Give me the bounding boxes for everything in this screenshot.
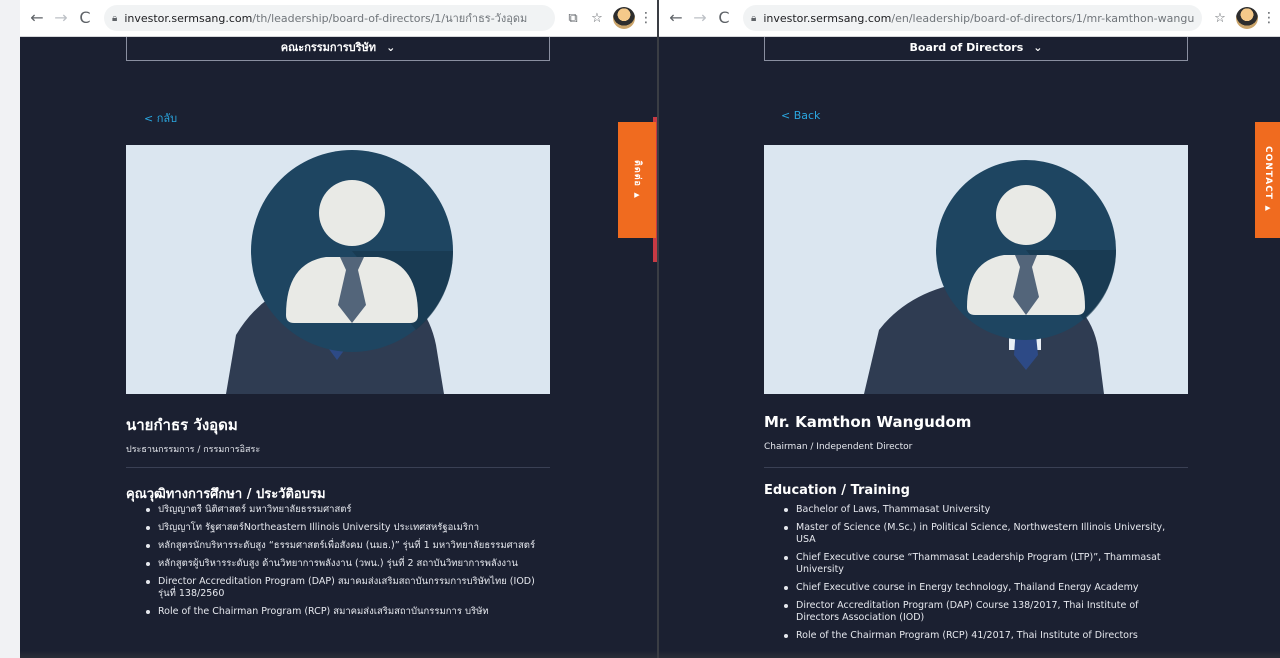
back-nav-icon[interactable]: ← xyxy=(26,7,48,29)
education-title: คุณวุฒิทางการศึกษา / ประวัติอบรม xyxy=(126,487,326,502)
contact-tab-label: CONTACT xyxy=(1263,146,1273,201)
list-item: Director Accreditation Program (DAP) สมา… xyxy=(126,576,546,600)
list-item: Director Accreditation Program (DAP) Cou… xyxy=(764,600,1184,624)
reload-icon[interactable]: C xyxy=(713,7,735,29)
section-dropdown[interactable]: คณะกรรมการบริษัท ⌄ xyxy=(126,37,550,61)
more-vert-icon[interactable]: ⋮ xyxy=(639,10,653,26)
education-title: Education / Training xyxy=(764,483,910,498)
list-item: Role of the Chairman Program (RCP) 41/20… xyxy=(764,630,1184,642)
profile-avatar[interactable] xyxy=(1236,7,1258,29)
chevron-down-icon: ⌄ xyxy=(1033,41,1043,54)
back-link[interactable]: < Back xyxy=(781,109,820,122)
person-role: Chairman / Independent Director xyxy=(764,442,913,452)
list-item: หลักสูตรนักบริหารระดับสูง “ธรรมศาสตร์เพื… xyxy=(126,540,546,552)
more-vert-icon[interactable]: ⋮ xyxy=(1262,10,1276,26)
triangle-right-icon: ▶ xyxy=(633,191,641,201)
triangle-right-icon: ▶ xyxy=(1264,204,1272,214)
list-item: Bachelor of Laws, Thammasat University xyxy=(764,504,1184,516)
list-item: ปริญญาตรี นิติศาสตร์ มหาวิทยาลัยธรรมศาสต… xyxy=(126,504,546,516)
education-list: Bachelor of Laws, Thammasat University M… xyxy=(764,504,1184,648)
address-bar[interactable]: 🔒︎ investor.sermsang.com /th/leadership/… xyxy=(104,5,555,31)
list-item: ปริญญาโท รัฐศาสตร์Northeastern Illinois … xyxy=(126,522,546,534)
url-host: investor.sermsang.com xyxy=(124,11,253,25)
section-dropdown-label: คณะกรรมการบริษัท xyxy=(280,41,377,54)
scroll-fade xyxy=(20,650,657,658)
list-item: หลักสูตรผู้บริหารระดับสูง ด้านวิทยาการพล… xyxy=(126,558,546,570)
browser-window-thai: ← → C 🔒︎ investor.sermsang.com /th/leade… xyxy=(20,0,657,658)
scroll-fade xyxy=(659,650,1280,658)
chevron-down-icon: ⌄ xyxy=(386,41,396,54)
site-content: Board of Directors ⌄ < Back Mr. Kamthon W… xyxy=(659,37,1280,658)
education-list: ปริญญาตรี นิติศาสตร์ มหาวิทยาลัยธรรมศาสต… xyxy=(126,504,546,624)
profile-photo xyxy=(764,145,1188,394)
back-nav-icon[interactable]: ← xyxy=(665,7,687,29)
browser-toolbar: ← → C 🔒︎ investor.sermsang.com /th/leade… xyxy=(20,0,657,37)
browser-window-english: ← → C 🔒︎ investor.sermsang.com /en/leade… xyxy=(659,0,1280,658)
placeholder-user-icon xyxy=(226,150,454,394)
person-name: นายกำธร วังอุดม xyxy=(126,416,238,434)
profile-photo xyxy=(126,145,550,394)
person-name: Mr. Kamthon Wangudom xyxy=(764,413,972,431)
forward-nav-icon[interactable]: → xyxy=(689,7,711,29)
divider xyxy=(764,467,1188,468)
section-dropdown-label: Board of Directors xyxy=(909,41,1024,54)
forward-nav-icon[interactable]: → xyxy=(50,7,72,29)
placeholder-user-icon xyxy=(864,160,1117,394)
list-item: Chief Executive course “Thammasat Leader… xyxy=(764,552,1184,576)
contact-tab-label: ติดต่อ xyxy=(632,159,642,187)
profile-avatar[interactable] xyxy=(613,7,635,29)
screenshot-root: ← → C 🔒︎ investor.sermsang.com /th/leade… xyxy=(0,0,1280,658)
lock-icon: 🔒︎ xyxy=(112,12,118,24)
star-icon[interactable]: ☆ xyxy=(588,11,606,26)
list-item: Master of Science (M.Sc.) in Political S… xyxy=(764,522,1184,546)
back-link[interactable]: < กลับ xyxy=(144,109,177,127)
address-bar[interactable]: 🔒︎ investor.sermsang.com /en/leadership/… xyxy=(743,5,1202,31)
url-path: /th/leadership/board-of-directors/1/นายก… xyxy=(252,12,528,25)
contact-tab[interactable]: CONTACT ▶ xyxy=(1255,122,1280,238)
translate-icon[interactable]: ⧉ xyxy=(564,11,582,26)
url-host: investor.sermsang.com xyxy=(763,11,892,25)
browser-toolbar: ← → C 🔒︎ investor.sermsang.com /en/leade… xyxy=(659,0,1280,37)
lock-icon: 🔒︎ xyxy=(751,12,757,24)
star-icon[interactable]: ☆ xyxy=(1211,11,1229,26)
site-content: คณะกรรมการบริษัท ⌄ < กลับ นายกำธร วังอุดม… xyxy=(20,37,657,658)
person-role: ประธานกรรมการ / กรรมการอิสระ xyxy=(126,445,261,455)
divider xyxy=(126,467,550,468)
desktop-gap xyxy=(0,0,20,658)
list-item: Role of the Chairman Program (RCP) สมาคม… xyxy=(126,606,546,618)
list-item: Chief Executive course in Energy technol… xyxy=(764,582,1184,594)
url-path: /en/leadership/board-of-directors/1/mr-k… xyxy=(891,11,1194,25)
reload-icon[interactable]: C xyxy=(74,7,96,29)
section-dropdown[interactable]: Board of Directors ⌄ xyxy=(764,37,1188,61)
contact-tab[interactable]: ติดต่อ ▶ xyxy=(618,122,656,238)
